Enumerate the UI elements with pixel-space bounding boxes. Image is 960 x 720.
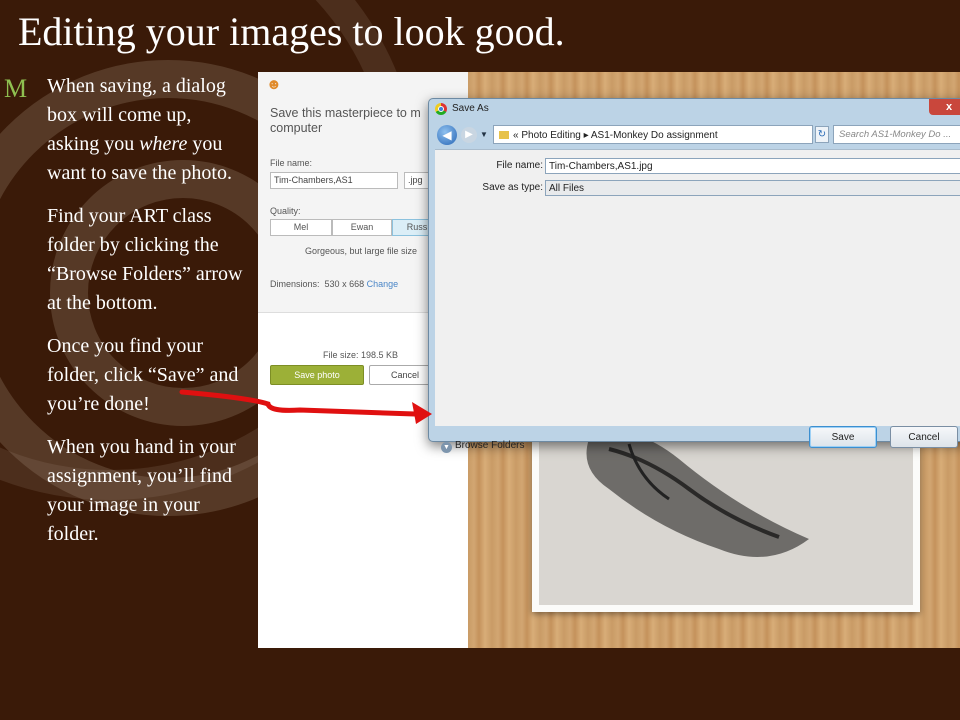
extension-select[interactable]: .jpg [404,172,430,189]
paragraph-saving: When saving, a dialog box will come up, … [47,75,232,184]
quality-ewan[interactable]: Ewan [332,219,392,236]
file-name-field[interactable]: Tim-Chambers,AS1 [270,172,398,189]
cancel-button[interactable]: Cancel [890,426,958,448]
back-arrow-icon[interactable]: ◀ [437,125,457,145]
dialog-title: Save As [452,103,489,114]
file-name-label: File name: [270,158,313,168]
paragraph-find-folder: Find your ART class folder by clicking t… [47,205,243,314]
navigation-bar: ◀ ▶ ▼ « Photo Editing ▸ AS1-Monkey Do as… [435,123,960,147]
refresh-icon[interactable]: ↻ [815,126,829,143]
folder-icon [499,131,509,139]
address-breadcrumb[interactable]: « Photo Editing ▸ AS1-Monkey Do assignme… [493,125,864,145]
save-button[interactable]: Save [809,426,877,448]
expand-arrow-icon: ▼ [441,442,452,453]
change-link[interactable]: Change [367,279,399,289]
search-input[interactable]: Search AS1-Monkey Do ... [833,125,960,144]
save-as-dialog: Save As x ◀ ▶ ▼ « Photo Editing ▸ AS1-Mo… [428,98,960,453]
browse-folders-toggle[interactable]: ▼ Browse Folders [441,440,524,453]
file-name-input[interactable]: Tim-Chambers,AS1.jpg [545,158,960,174]
paragraph-click-save: Once you find your folder, click “Save” … [47,335,239,415]
close-button[interactable]: x [929,99,960,115]
bullet-marker: M [4,74,28,103]
quality-selector: Mel Ewan Russ [270,219,442,236]
slide-title: Editing your images to look good. [18,9,565,54]
file-name-label: File name: [496,160,543,171]
save-type-select[interactable]: All Files [545,180,960,196]
breadcrumb-assignment[interactable]: AS1-Monkey Do assignment [591,130,718,141]
screenshot-panel: ☻ Save this masterpiece to m computer Fi… [258,72,960,648]
quality-label: Quality: [270,206,301,216]
instructions-text: When saving, a dialog box will come up, … [47,72,247,563]
save-type-label: Save as type: [482,182,543,193]
file-size: File size: 198.5 KB [323,350,399,360]
dimensions-info: Dimensions: 530 x 668 Change [270,279,399,289]
dialog-form: File name: Tim-Chambers,AS1.jpg Save as … [435,149,960,453]
breadcrumb-photo-editing[interactable]: Photo Editing [521,130,581,141]
history-dropdown-icon[interactable]: ▼ [480,130,488,139]
save-photo-button[interactable]: Save photo [270,365,364,385]
dialog-titlebar: Save As x [429,99,960,121]
sketch-drawing [586,432,809,557]
monkey-logo-icon: ☻ [266,76,282,93]
paragraph-hand-in: When you hand in your assignment, you’ll… [47,436,236,545]
forward-arrow-icon[interactable]: ▶ [461,127,477,143]
quality-mel[interactable]: Mel [270,219,332,236]
chrome-icon [435,103,447,115]
quality-description: Gorgeous, but large file size [305,246,418,256]
